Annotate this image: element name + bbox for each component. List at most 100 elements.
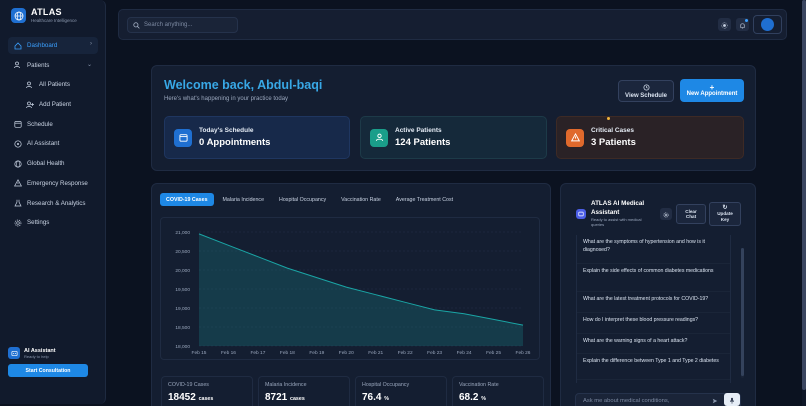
new-appointment-button[interactable]: + New Appointment (680, 79, 744, 102)
search-input[interactable]: Search anything... (127, 17, 238, 33)
stat-label: Critical Cases (591, 127, 634, 134)
metric-label: Hospital Occupancy (362, 382, 410, 388)
y-tick-label: 19,000 (175, 306, 190, 312)
scrollbar-thumb[interactable] (802, 0, 806, 390)
metric-value: 68.2 (459, 392, 479, 403)
x-tick-label: Feb 22 (398, 350, 413, 356)
questions-scrollbar[interactable] (741, 248, 744, 378)
start-consultation-button[interactable]: Start Consultation (8, 364, 88, 377)
tab-malaria-incidence[interactable]: Malaria Incidence (217, 193, 271, 206)
voice-input-button[interactable] (724, 393, 740, 406)
sidebar-item-label: Schedule (27, 120, 53, 128)
sidebar-item-label: Patients (27, 61, 50, 69)
sidebar-item-patients[interactable]: Patients ⌄ (8, 57, 98, 74)
y-tick-label: 18,500 (175, 325, 190, 331)
sidebar-item-global-health[interactable]: Global Health (8, 155, 98, 172)
metric-card: Vaccination Rate 68.2 % (452, 376, 544, 406)
sidebar-item-emergency-response[interactable]: Emergency Response (8, 175, 98, 192)
microphone-icon (729, 391, 735, 406)
update-key-button[interactable]: ↻ Update Key (709, 202, 741, 226)
view-schedule-button[interactable]: View Schedule (618, 80, 674, 102)
suggested-question[interactable]: Explain the side effects of common diabe… (577, 264, 730, 292)
notifications-button[interactable] (736, 18, 749, 31)
stat-card-active-patients[interactable]: Active Patients 124 Patients (360, 116, 547, 159)
chart: 21,000 20,500 20,000 19,500 19,000 18,500 18,0… (160, 217, 540, 360)
sidebar-item-add-patient[interactable]: Add Patient (8, 96, 98, 113)
chart-panel: COVID-19 Cases Malaria Incidence Hospita… (151, 183, 551, 406)
suggested-question[interactable]: What are the symptoms of hypertension an… (577, 235, 730, 264)
users-icon (26, 81, 34, 89)
welcome-panel: Welcome back, Abdul-baqi Here's what's h… (151, 65, 756, 171)
avatar (761, 18, 774, 31)
metric-value: 76.4 (362, 392, 382, 403)
y-tick-label: 20,000 (175, 268, 190, 274)
scrollbar-thumb[interactable] (741, 248, 744, 376)
clear-chat-button[interactable]: Clear Chat (676, 204, 706, 224)
clear-chat-label: Clear Chat (685, 208, 697, 220)
tab-vaccination-rate[interactable]: Vaccination Rate (335, 193, 387, 206)
sidebar-item-label: Add Patient (39, 101, 71, 109)
ai-settings-button[interactable] (660, 208, 672, 220)
user-menu-button[interactable] (753, 15, 782, 34)
sidebar-item-label: Dashboard (27, 42, 58, 49)
x-tick-label: Feb 18 (280, 350, 295, 356)
x-tick-label: Feb 19 (309, 350, 324, 356)
suggested-question[interactable]: Explain the difference between Type 1 an… (577, 354, 730, 380)
users-icon (14, 61, 22, 69)
metric-value: 18452 (168, 392, 196, 403)
tab-covid-19-cases[interactable]: COVID-19 Cases (160, 193, 214, 206)
bot-icon (576, 209, 586, 219)
suggested-question[interactable]: What are the warning signs of a heart at… (577, 334, 730, 354)
assistant-card-subtitle: Ready to help (24, 353, 49, 359)
gear-icon (663, 205, 669, 223)
theme-toggle-button[interactable] (718, 18, 731, 31)
page-scrollbar[interactable] (802, 0, 806, 406)
area-chart: 21,000 20,500 20,000 19,500 19,000 18,500 18,0… (175, 230, 530, 356)
suggested-question[interactable]: How do I interpret these blood pressure … (577, 313, 730, 334)
suggested-questions: What are the symptoms of hypertension an… (576, 235, 731, 383)
x-tick-label: Feb 25 (486, 350, 501, 356)
sidebar-nav: Dashboard › Patients ⌄ All Patients Add … (8, 37, 98, 234)
user-plus-icon (26, 101, 34, 109)
sidebar-item-all-patients[interactable]: All Patients (8, 76, 98, 93)
x-tick-label: Feb 17 (250, 350, 265, 356)
bot-icon (8, 347, 20, 359)
y-tick-label: 19,500 (175, 287, 190, 293)
calendar-icon (14, 120, 22, 128)
sidebar-item-dashboard[interactable]: Dashboard › (8, 37, 98, 54)
welcome-subtitle: Here's what's happening in your practice… (164, 96, 289, 102)
metric-label: COVID-19 Cases (168, 382, 209, 388)
assistant-card-title: AI Assistant (24, 347, 56, 354)
x-tick-label: Feb 15 (192, 350, 207, 356)
sidebar-item-research-analytics[interactable]: Research & Analytics (8, 195, 98, 212)
send-icon (712, 391, 718, 406)
tab-hospital-occupancy[interactable]: Hospital Occupancy (273, 193, 332, 206)
tab-average-treatment-cost[interactable]: Average Treatment Cost (390, 193, 459, 206)
brand[interactable]: ATLAS Healthcare Intelligence (11, 8, 77, 23)
sidebar-item-ai-assistant[interactable]: AI Assistant (8, 135, 98, 152)
alert-dot (607, 117, 610, 120)
metric-unit: cases (290, 396, 305, 402)
stat-card-critical-cases[interactable]: Critical Cases 3 Patients (556, 116, 744, 159)
sidebar-item-settings[interactable]: Settings (8, 214, 98, 231)
suggested-question[interactable]: What are the latest treatment protocols … (577, 292, 730, 313)
sidebar-item-schedule[interactable]: Schedule (8, 116, 98, 133)
new-appointment-label: New Appointment (686, 91, 738, 97)
metric-unit: % (384, 396, 389, 402)
send-button[interactable] (711, 396, 719, 404)
metric-card: Malaria Incidence 8721 cases (258, 376, 350, 406)
assistant-card: AI Assistant Ready to help Start Consult… (8, 347, 98, 389)
stat-card-schedule[interactable]: Today's Schedule 0 Appointments (164, 116, 350, 159)
y-tick-label: 21,000 (175, 230, 190, 236)
globe-icon (14, 160, 22, 168)
calendar-icon (174, 128, 192, 147)
y-tick-label: 18,000 (175, 344, 190, 350)
metric-card: COVID-19 Cases 18452 cases (161, 376, 253, 406)
globe-logo-icon (11, 8, 26, 23)
view-schedule-label: View Schedule (625, 92, 667, 99)
alert-icon (14, 179, 22, 187)
brand-subtitle: Healthcare Intelligence (31, 18, 77, 23)
ai-panel-title: ATLAS AI Medical Assistant (591, 200, 645, 216)
update-key-label: Update Key (717, 211, 733, 222)
bot-icon (14, 140, 22, 148)
